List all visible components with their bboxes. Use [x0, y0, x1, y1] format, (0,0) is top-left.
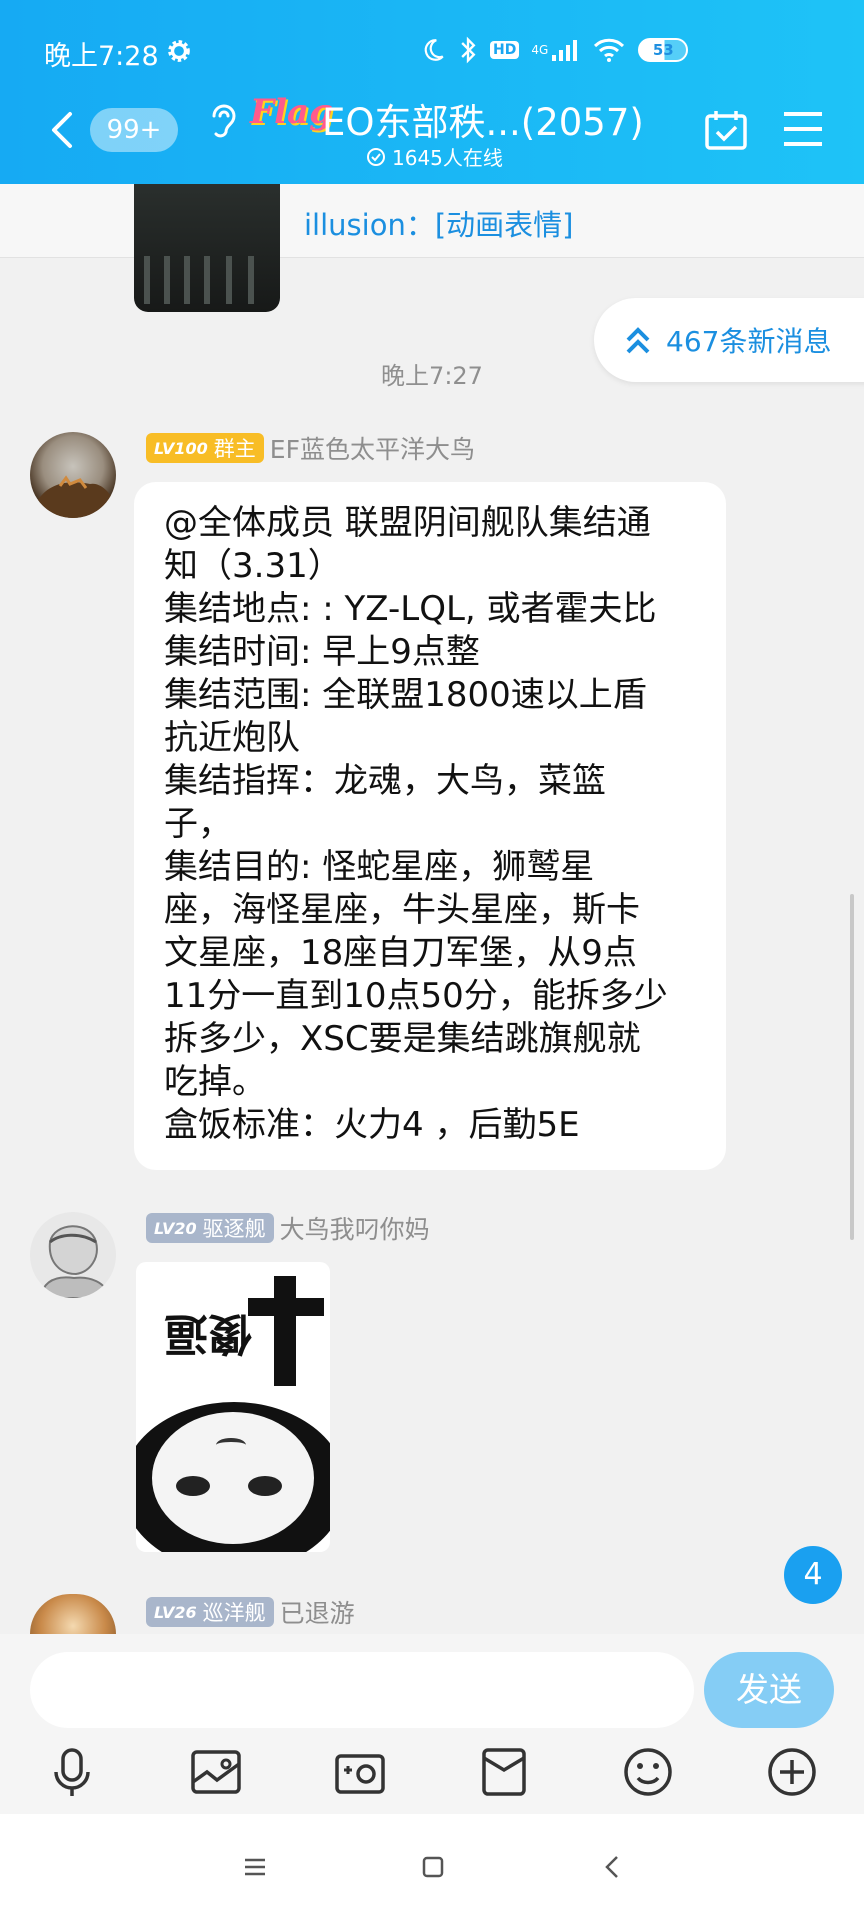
message-line: 知（3.31） — [164, 546, 342, 586]
message-line: 集结时间: 早上9点整 — [164, 632, 480, 672]
level-badge: LV20 驱逐舰 — [146, 1213, 274, 1243]
message-bubble[interactable]: @全体成员 联盟阴间舰队集结通 知（3.31） 集结地点: : YZ-LQL, … — [134, 482, 726, 1170]
sticker-text: 傻逼 — [164, 1308, 252, 1359]
avatar[interactable] — [30, 432, 116, 518]
calendar-check-icon[interactable] — [704, 108, 748, 152]
ear-icon[interactable] — [206, 100, 236, 140]
gear-icon — [168, 40, 190, 62]
message-line: 拆多少，XSC要是集结跳旗舰就 — [164, 1019, 641, 1059]
back-icon[interactable] — [598, 1852, 628, 1882]
camera-icon[interactable] — [332, 1744, 388, 1800]
scrollbar[interactable] — [850, 894, 854, 1240]
microphone-icon[interactable] — [44, 1744, 100, 1800]
home-icon[interactable] — [418, 1852, 448, 1882]
message-line: 座，海怪星座，牛头星座，斯卡 — [164, 890, 640, 930]
sticker-image[interactable]: 傻逼 — [136, 1262, 330, 1552]
message-line: 集结指挥：龙魂，大鸟，菜篮 — [164, 761, 606, 801]
bluetooth-icon — [461, 36, 476, 64]
message-line: 集结地点: : YZ-LQL, 或者霍夫比 — [164, 589, 657, 629]
group-title[interactable]: EO东部秩...(2057) — [322, 92, 644, 146]
avatar[interactable] — [30, 1212, 116, 1298]
unread-badge[interactable]: 99+ — [90, 108, 178, 152]
message-line: 抗近炮队 — [164, 718, 300, 758]
message-line: 文星座，18座自刀军堡，从9点 — [164, 933, 637, 973]
message-line: 11分一直到10点50分，能拆多少 — [164, 976, 668, 1016]
group-logo: Flag — [250, 92, 333, 132]
sender-name[interactable]: 已退游 — [280, 1594, 355, 1630]
hd-icon: HD — [490, 41, 520, 59]
message-line: 吃掉。 — [164, 1062, 266, 1102]
moon-icon — [424, 39, 444, 61]
avatar-image — [30, 475, 114, 518]
plus-circle-icon[interactable] — [764, 1744, 820, 1800]
message-line: 集结目的: 怪蛇星座，狮鹫星 — [164, 847, 595, 887]
avatar-image — [38, 1225, 112, 1298]
message-input[interactable] — [30, 1652, 694, 1728]
back-arrow-icon[interactable] — [44, 108, 80, 152]
online-label: 1645人在线 — [392, 146, 503, 170]
message-meta: LV26 巡洋舰 已退游 — [146, 1594, 355, 1630]
avatar[interactable] — [30, 1594, 116, 1634]
battery-icon: 53 — [638, 38, 689, 62]
check-circle-icon — [367, 147, 385, 166]
message-line: 盒饭标准：火力4 ，后勤5E — [164, 1105, 580, 1145]
network-label: 4G — [531, 43, 549, 57]
emoji-icon[interactable] — [620, 1744, 676, 1800]
sender-name[interactable]: EF蓝色太平洋大鸟 — [270, 430, 475, 466]
level-badge: LV26 巡洋舰 — [146, 1597, 274, 1627]
status-time: 晚上7:28 — [44, 41, 159, 72]
pinned-message-bar[interactable]: illusion：[动画表情] — [0, 184, 864, 258]
menu-icon[interactable] — [782, 110, 824, 148]
image-thumbnail[interactable] — [134, 184, 280, 312]
pinned-message-text: illusion：[动画表情] — [304, 208, 574, 242]
status-bar: 晚上7:28 HD 4G 53 — [0, 0, 864, 100]
send-button[interactable]: 发送 — [704, 1652, 834, 1728]
signal-icon — [552, 40, 578, 61]
time-separator: 晚上7:27 — [381, 362, 483, 390]
message-line: 子， — [164, 804, 232, 844]
new-messages-label: 467条新消息 — [666, 325, 832, 358]
wifi-icon — [594, 38, 625, 62]
header-bar: 晚上7:28 HD 4G 53 99+ Flag EO东部秩...(2057) … — [0, 0, 864, 184]
double-chevron-up-icon — [626, 327, 650, 354]
online-count: 1645人在线 — [366, 142, 503, 171]
message-meta: LV100 群主 EF蓝色太平洋大鸟 — [146, 430, 475, 466]
input-area: 发送 — [0, 1634, 864, 1814]
system-nav-bar — [0, 1814, 864, 1920]
image-icon[interactable] — [188, 1744, 244, 1800]
sender-name[interactable]: 大鸟我叼你妈 — [280, 1210, 430, 1246]
status-icons: HD 4G 53 — [420, 32, 689, 68]
message-line: @全体成员 联盟阴间舰队集结通 — [164, 503, 651, 543]
message-line: 集结范围: 全联盟1800速以上盾 — [164, 675, 647, 715]
message-meta: LV20 驱逐舰 大鸟我叼你妈 — [146, 1210, 430, 1246]
red-packet-icon[interactable] — [476, 1744, 532, 1800]
recent-apps-icon[interactable] — [240, 1852, 270, 1882]
unread-count-bubble[interactable]: 4 — [784, 1546, 842, 1604]
level-badge: LV100 群主 — [146, 433, 264, 463]
